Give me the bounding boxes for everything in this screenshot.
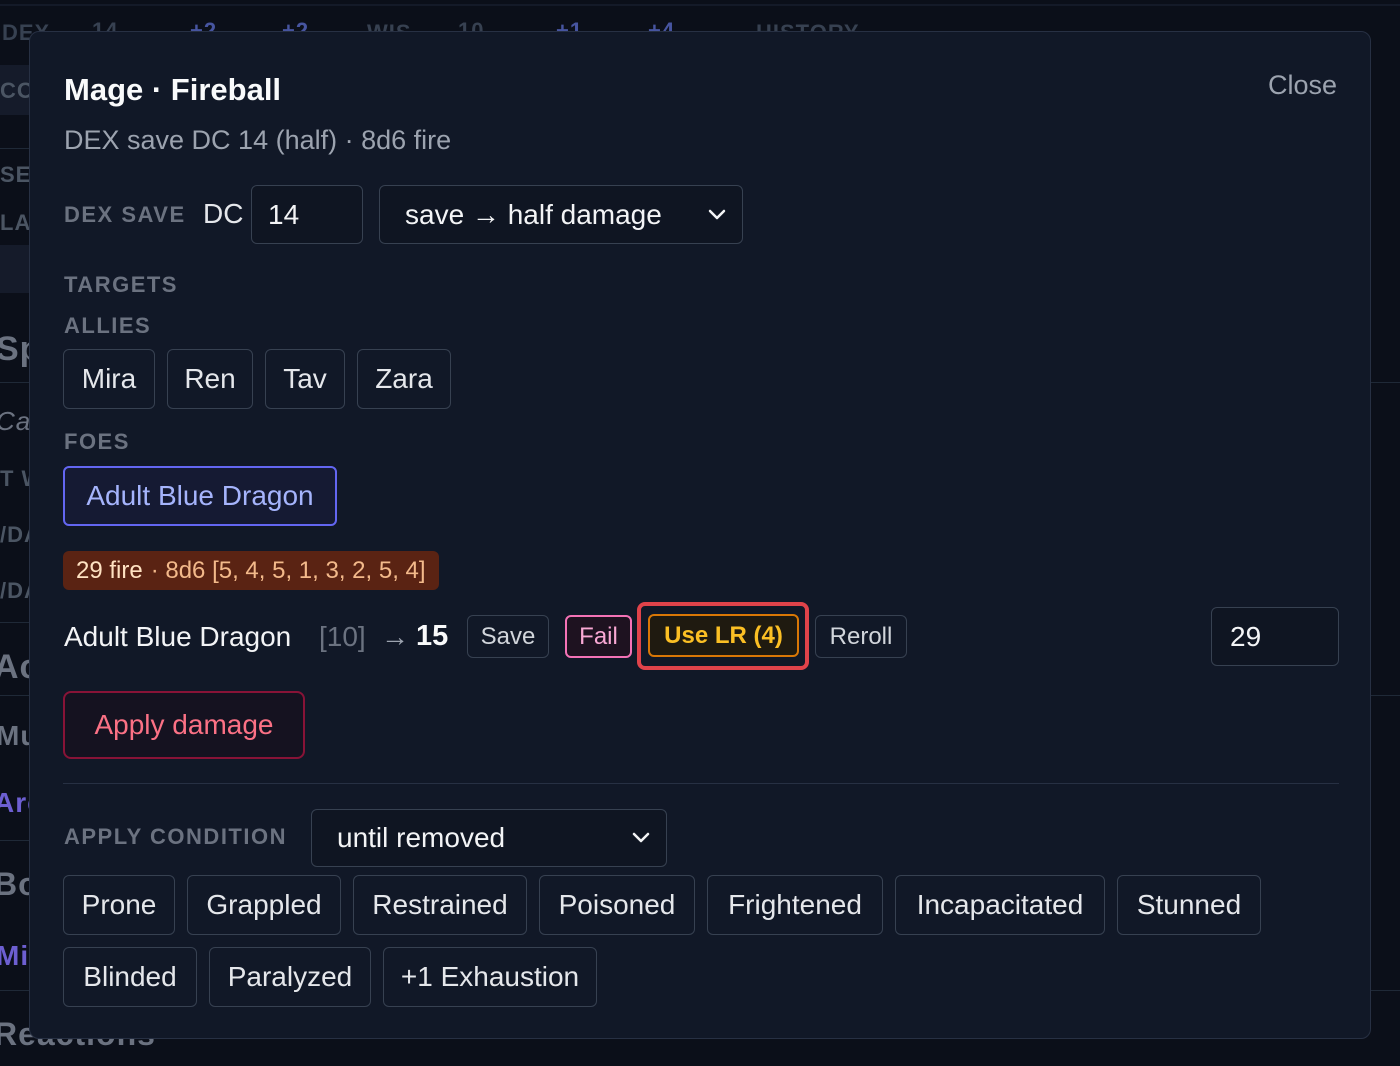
condition-chip-exhaustion[interactable]: +1 Exhaustion — [383, 947, 597, 1007]
save-mode-value: save → half damage — [405, 198, 662, 230]
save-mode-select[interactable]: save → half damage — [379, 185, 743, 244]
target-row-name: Adult Blue Dragon — [64, 621, 292, 652]
foe-chip-adult-blue-dragon[interactable]: Adult Blue Dragon — [63, 466, 337, 526]
section-divider — [63, 783, 1339, 784]
reroll-button[interactable]: Reroll — [815, 615, 907, 658]
ally-chip-tav[interactable]: Tav — [265, 349, 345, 409]
bg-fragment-se: SE — [0, 162, 32, 187]
chevron-down-icon — [632, 832, 650, 843]
condition-chip-poisoned[interactable]: Poisoned — [539, 875, 695, 935]
target-row-roll: [10] — [319, 621, 366, 652]
condition-chip-stunned[interactable]: Stunned — [1117, 875, 1261, 935]
apply-condition-label: APPLY CONDITION — [64, 824, 287, 849]
close-button[interactable]: Close — [1268, 70, 1337, 101]
chevron-down-icon — [708, 209, 726, 219]
target-row-save-total: 15 — [416, 620, 449, 652]
condition-duration-value: until removed — [337, 822, 506, 853]
allies-label: ALLIES — [64, 313, 152, 338]
condition-chip-frightened[interactable]: Frightened — [707, 875, 883, 935]
dc-label: DC — [203, 198, 244, 229]
use-legendary-resistance-button[interactable]: Use LR (4) — [648, 614, 799, 657]
ally-chip-zara[interactable]: Zara — [357, 349, 451, 409]
dc-value: 14 — [268, 198, 300, 230]
condition-chip-blinded[interactable]: Blinded — [63, 947, 197, 1007]
save-ability-label: DEX SAVE — [64, 202, 186, 227]
condition-duration-select[interactable]: until removed — [311, 809, 667, 867]
ally-chip-ren[interactable]: Ren — [167, 349, 253, 409]
damage-amount-input[interactable]: 29 — [1211, 607, 1339, 666]
condition-chip-grappled[interactable]: Grappled — [187, 875, 341, 935]
damage-amount-value: 29 — [1230, 620, 1262, 652]
fireball-save-dialog: Mage · Fireball DEX save DC 14 (half) · … — [29, 31, 1371, 1039]
arrow-right-icon: → — [381, 621, 409, 652]
foes-label: FOES — [64, 429, 130, 454]
apply-damage-button[interactable]: Apply damage — [63, 691, 305, 759]
damage-roll-badge: 29 fire · 8d6 [5, 4, 5, 1, 3, 2, 5, 4] — [63, 551, 439, 590]
mark-save-button[interactable]: Save — [467, 615, 549, 658]
ally-chip-mira[interactable]: Mira — [63, 349, 155, 409]
dialog-title: Mage · Fireball — [64, 72, 282, 107]
dialog-subtitle: DEX save DC 14 (half) · 8d6 fire — [64, 125, 452, 155]
damage-dice-detail: · 8d6 [5, 4, 5, 1, 3, 2, 5, 4] — [150, 556, 426, 584]
targets-label: TARGETS — [64, 272, 178, 297]
condition-chip-incapacitated[interactable]: Incapacitated — [895, 875, 1105, 935]
dc-input[interactable]: 14 — [251, 185, 363, 244]
condition-chip-restrained[interactable]: Restrained — [353, 875, 527, 935]
condition-chip-paralyzed[interactable]: Paralyzed — [209, 947, 371, 1007]
damage-total: 29 fire — [76, 556, 143, 584]
mark-fail-button[interactable]: Fail — [565, 615, 632, 658]
condition-chip-prone[interactable]: Prone — [63, 875, 175, 935]
bg-fragment-la: LA — [0, 210, 32, 235]
